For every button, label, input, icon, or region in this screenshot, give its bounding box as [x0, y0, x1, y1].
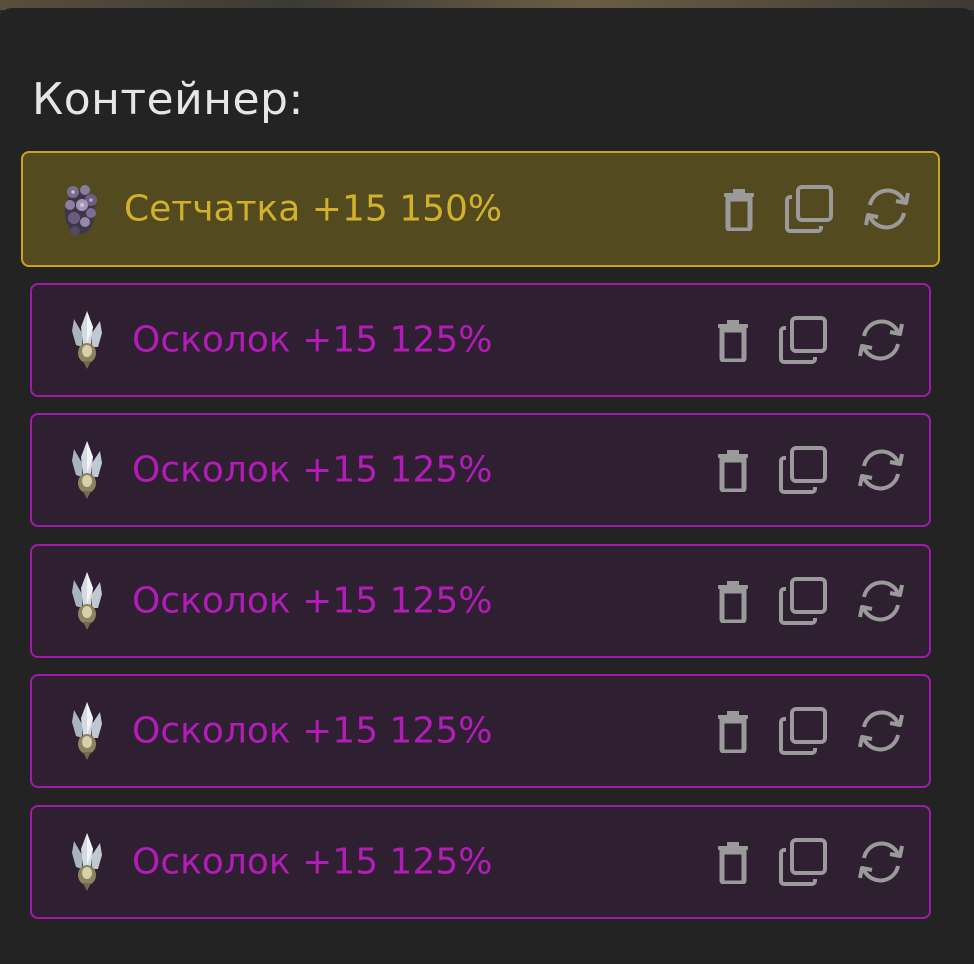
copy-icon[interactable] — [775, 573, 831, 629]
item-actions — [705, 573, 915, 629]
panel-title: Контейнер: — [32, 74, 304, 125]
item-label: Осколок +15 125% — [132, 449, 493, 491]
swap-icon[interactable] — [853, 312, 909, 368]
item-actions — [711, 181, 921, 237]
copy-icon[interactable] — [781, 181, 837, 237]
item-label: Осколок +15 125% — [132, 710, 493, 752]
item-label: Осколок +15 125% — [132, 319, 493, 361]
crystal-shard-icon — [64, 570, 110, 632]
crystal-shard-icon — [64, 831, 110, 893]
copy-icon[interactable] — [775, 312, 831, 368]
item-label: Осколок +15 125% — [132, 841, 493, 883]
container-item[interactable]: Осколок +15 125% — [30, 805, 931, 919]
swap-icon[interactable] — [853, 573, 909, 629]
trash-icon[interactable] — [705, 703, 761, 759]
retina-cluster-icon — [57, 178, 103, 240]
item-actions — [705, 312, 915, 368]
copy-icon[interactable] — [775, 442, 831, 498]
crystal-shard-icon — [64, 439, 110, 501]
copy-icon[interactable] — [775, 703, 831, 759]
container-item[interactable]: Осколок +15 125% — [30, 283, 931, 397]
trash-icon[interactable] — [705, 312, 761, 368]
container-item[interactable]: Осколок +15 125% — [30, 674, 931, 788]
container-item[interactable]: Осколок +15 125% — [30, 413, 931, 527]
copy-icon[interactable] — [775, 834, 831, 890]
item-label: Осколок +15 125% — [132, 580, 493, 622]
item-actions — [705, 442, 915, 498]
trash-icon[interactable] — [711, 181, 767, 237]
swap-icon[interactable] — [853, 703, 909, 759]
trash-icon[interactable] — [705, 834, 761, 890]
crystal-shard-icon — [64, 700, 110, 762]
container-item[interactable]: Осколок +15 125% — [30, 544, 931, 658]
swap-icon[interactable] — [853, 442, 909, 498]
item-label: Сетчатка +15 150% — [124, 188, 503, 230]
item-actions — [705, 703, 915, 759]
trash-icon[interactable] — [705, 573, 761, 629]
trash-icon[interactable] — [705, 442, 761, 498]
swap-icon[interactable] — [853, 834, 909, 890]
item-actions — [705, 834, 915, 890]
swap-icon[interactable] — [859, 181, 915, 237]
container-item[interactable]: Сетчатка +15 150% — [21, 151, 940, 267]
crystal-shard-icon — [64, 309, 110, 371]
